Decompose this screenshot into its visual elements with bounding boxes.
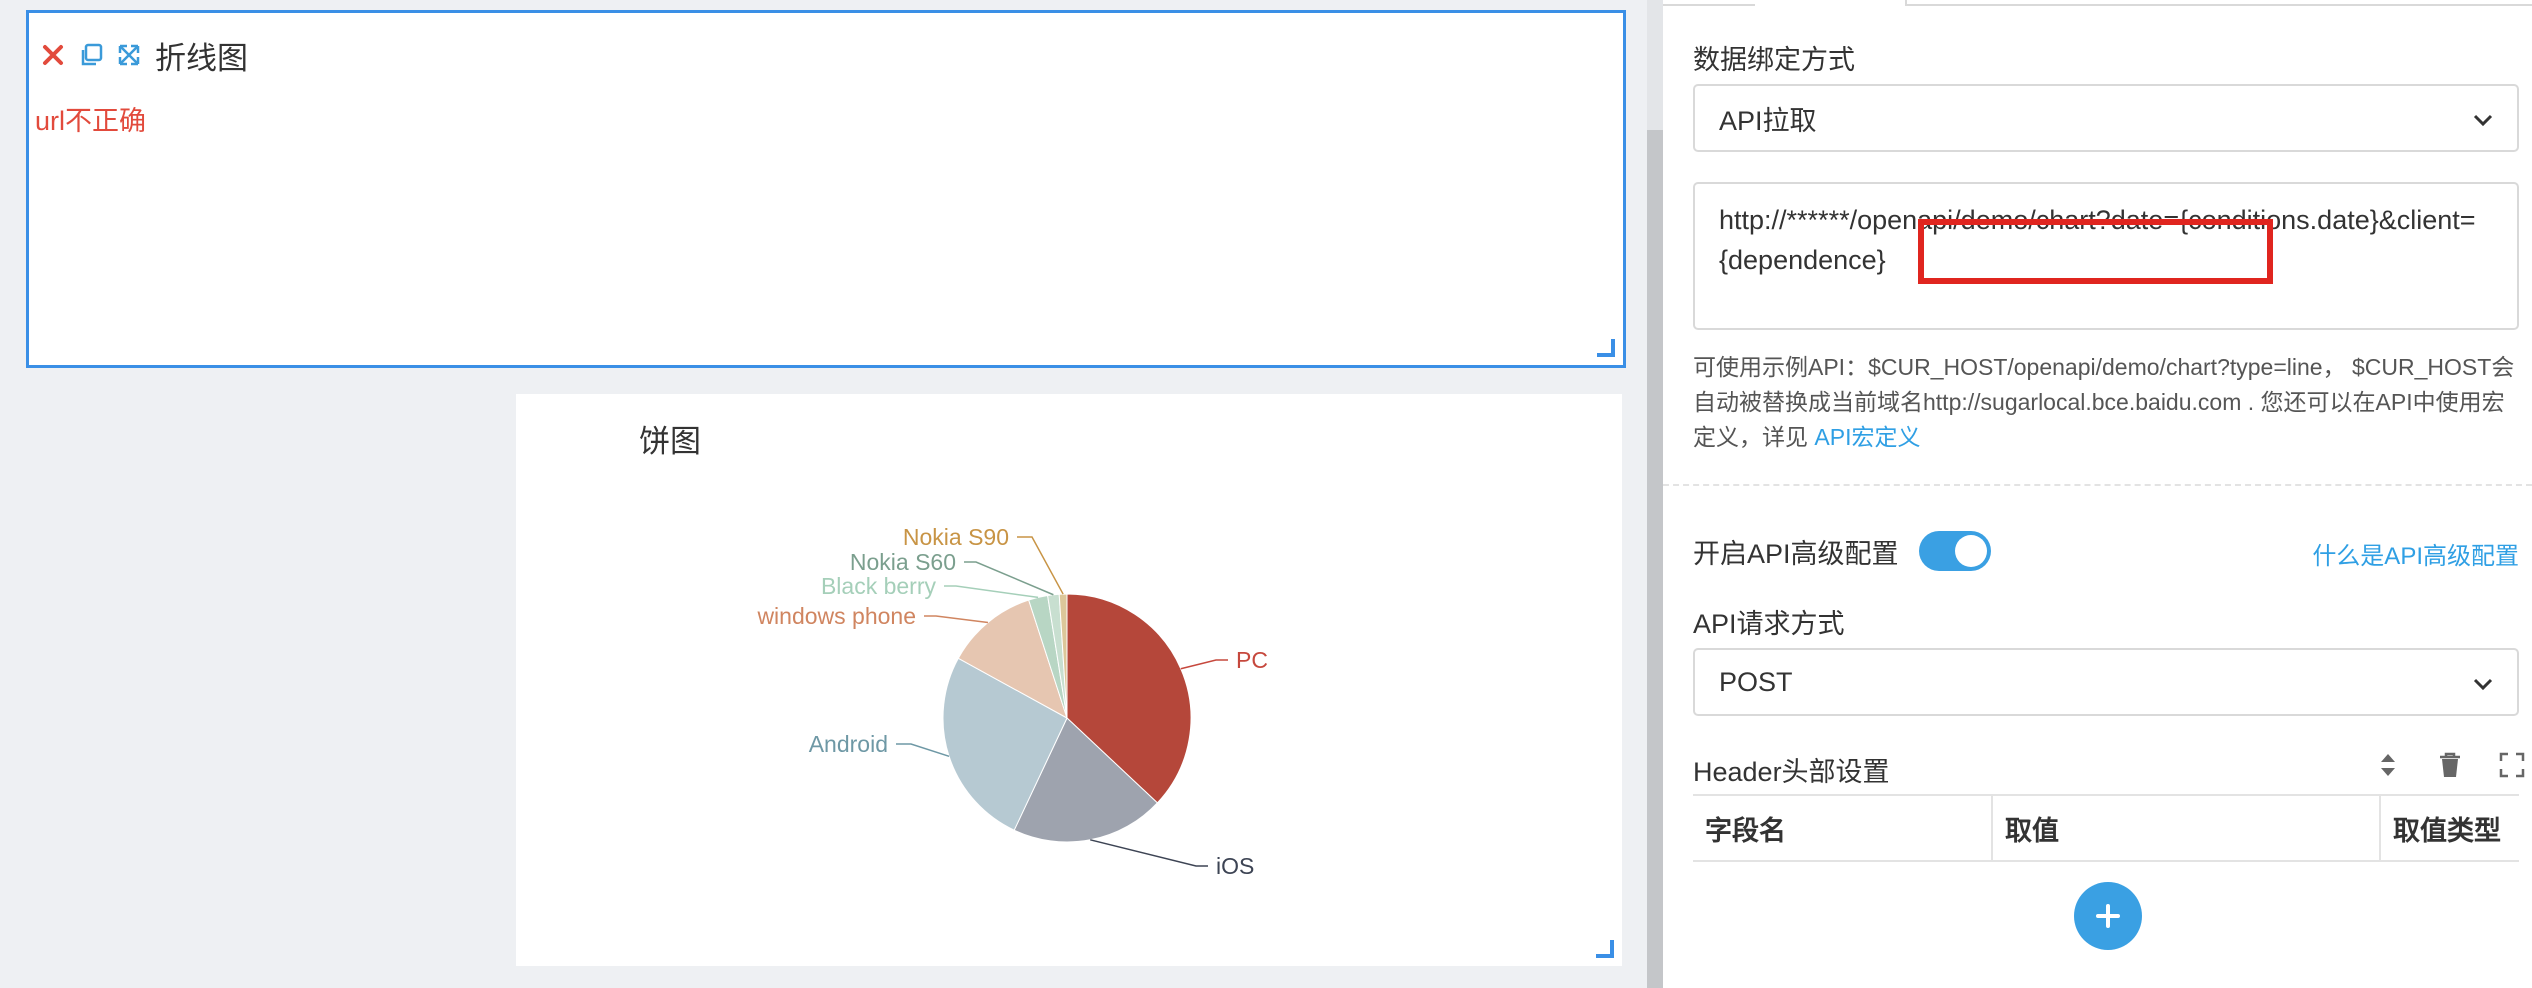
pie-label: Android (809, 731, 888, 757)
method-select[interactable]: POST (1693, 648, 2519, 716)
resize-handle[interactable] (1597, 339, 1615, 357)
chevron-down-icon (2471, 672, 2495, 703)
pie-label: Black berry (821, 573, 937, 599)
toggle-knob (1955, 535, 1987, 567)
pie-leader-line (944, 585, 1039, 599)
fullscreen-icon[interactable] (2495, 748, 2529, 782)
widget-toolbar: 折线图 (39, 37, 248, 76)
pie-leader-line (924, 615, 989, 624)
expand-icon[interactable] (115, 41, 143, 69)
trash-icon[interactable] (2433, 748, 2467, 782)
line-chart-title: 折线图 (155, 40, 248, 76)
close-icon[interactable] (39, 41, 67, 69)
config-panel: 数据绑定方式 API拉取 http://******/openapi/demo/… (1663, 0, 2532, 988)
add-header-button[interactable] (2074, 882, 2142, 950)
line-chart-widget[interactable]: 折线图 url不正确 (26, 10, 1626, 368)
pie-chart-widget[interactable]: 饼图 PC iOS Android windows phone Black berry N… (516, 394, 1622, 966)
pie-leader-line (1017, 536, 1064, 595)
pie-label: iOS (1216, 853, 1254, 879)
tab-left[interactable] (1663, 0, 1755, 6)
pie-leader-line (1090, 839, 1208, 867)
pie-label: PC (1236, 647, 1268, 673)
method-label: API请求方式 (1693, 609, 1845, 639)
pie-label: windows phone (756, 603, 916, 629)
header-toolbar (2343, 748, 2529, 782)
dashboard-canvas: 折线图 url不正确 饼图 PC iOS Android windows phone B… (0, 0, 1647, 988)
method-select-value: POST (1719, 666, 1793, 697)
header-table: 字段名 取值 取值类型 (1693, 794, 2519, 862)
binding-select-value: API拉取 (1719, 105, 1817, 136)
section-divider (1663, 484, 2532, 486)
binding-label: 数据绑定方式 (1693, 45, 1855, 75)
advanced-label: 开启API高级配置 (1693, 539, 1899, 569)
pie-leader-line (1180, 659, 1228, 670)
tab-right[interactable] (1907, 0, 2532, 6)
pie-leader-line (964, 561, 1054, 596)
sort-icon[interactable] (2371, 748, 2405, 782)
pie-label: Nokia S60 (850, 549, 956, 575)
pie-leader-line (896, 743, 950, 758)
column-header-field: 字段名 (1693, 796, 1993, 860)
pie-label: Nokia S90 (903, 524, 1009, 550)
api-macro-link[interactable]: API宏定义 (1814, 424, 1920, 450)
advanced-toggle[interactable] (1919, 531, 1991, 571)
chevron-down-icon (2471, 108, 2495, 139)
copy-icon[interactable] (77, 41, 105, 69)
column-header-type: 取值类型 (2393, 815, 2501, 846)
panel-tabs (1663, 0, 2532, 6)
column-header-value: 取值 (1993, 796, 2381, 860)
header-label: Header头部设置 (1693, 757, 1890, 787)
advanced-help-link[interactable]: 什么是API高级配置 (2312, 536, 2519, 571)
plus-icon (2096, 904, 2120, 928)
pie-chart: PCiOSAndroidwindows phoneBlack berryNoki… (756, 524, 1268, 879)
error-message: url不正确 (35, 106, 147, 136)
api-help-text: 可使用示例API：$CUR_HOST/openapi/demo/chart?ty… (1693, 350, 2519, 455)
binding-select[interactable]: API拉取 (1693, 84, 2519, 152)
canvas-scrollbar-thumb[interactable] (1647, 130, 1663, 988)
api-url-input[interactable]: http://******/openapi/demo/chart?date={c… (1693, 182, 2519, 330)
resize-handle[interactable] (1596, 940, 1614, 958)
